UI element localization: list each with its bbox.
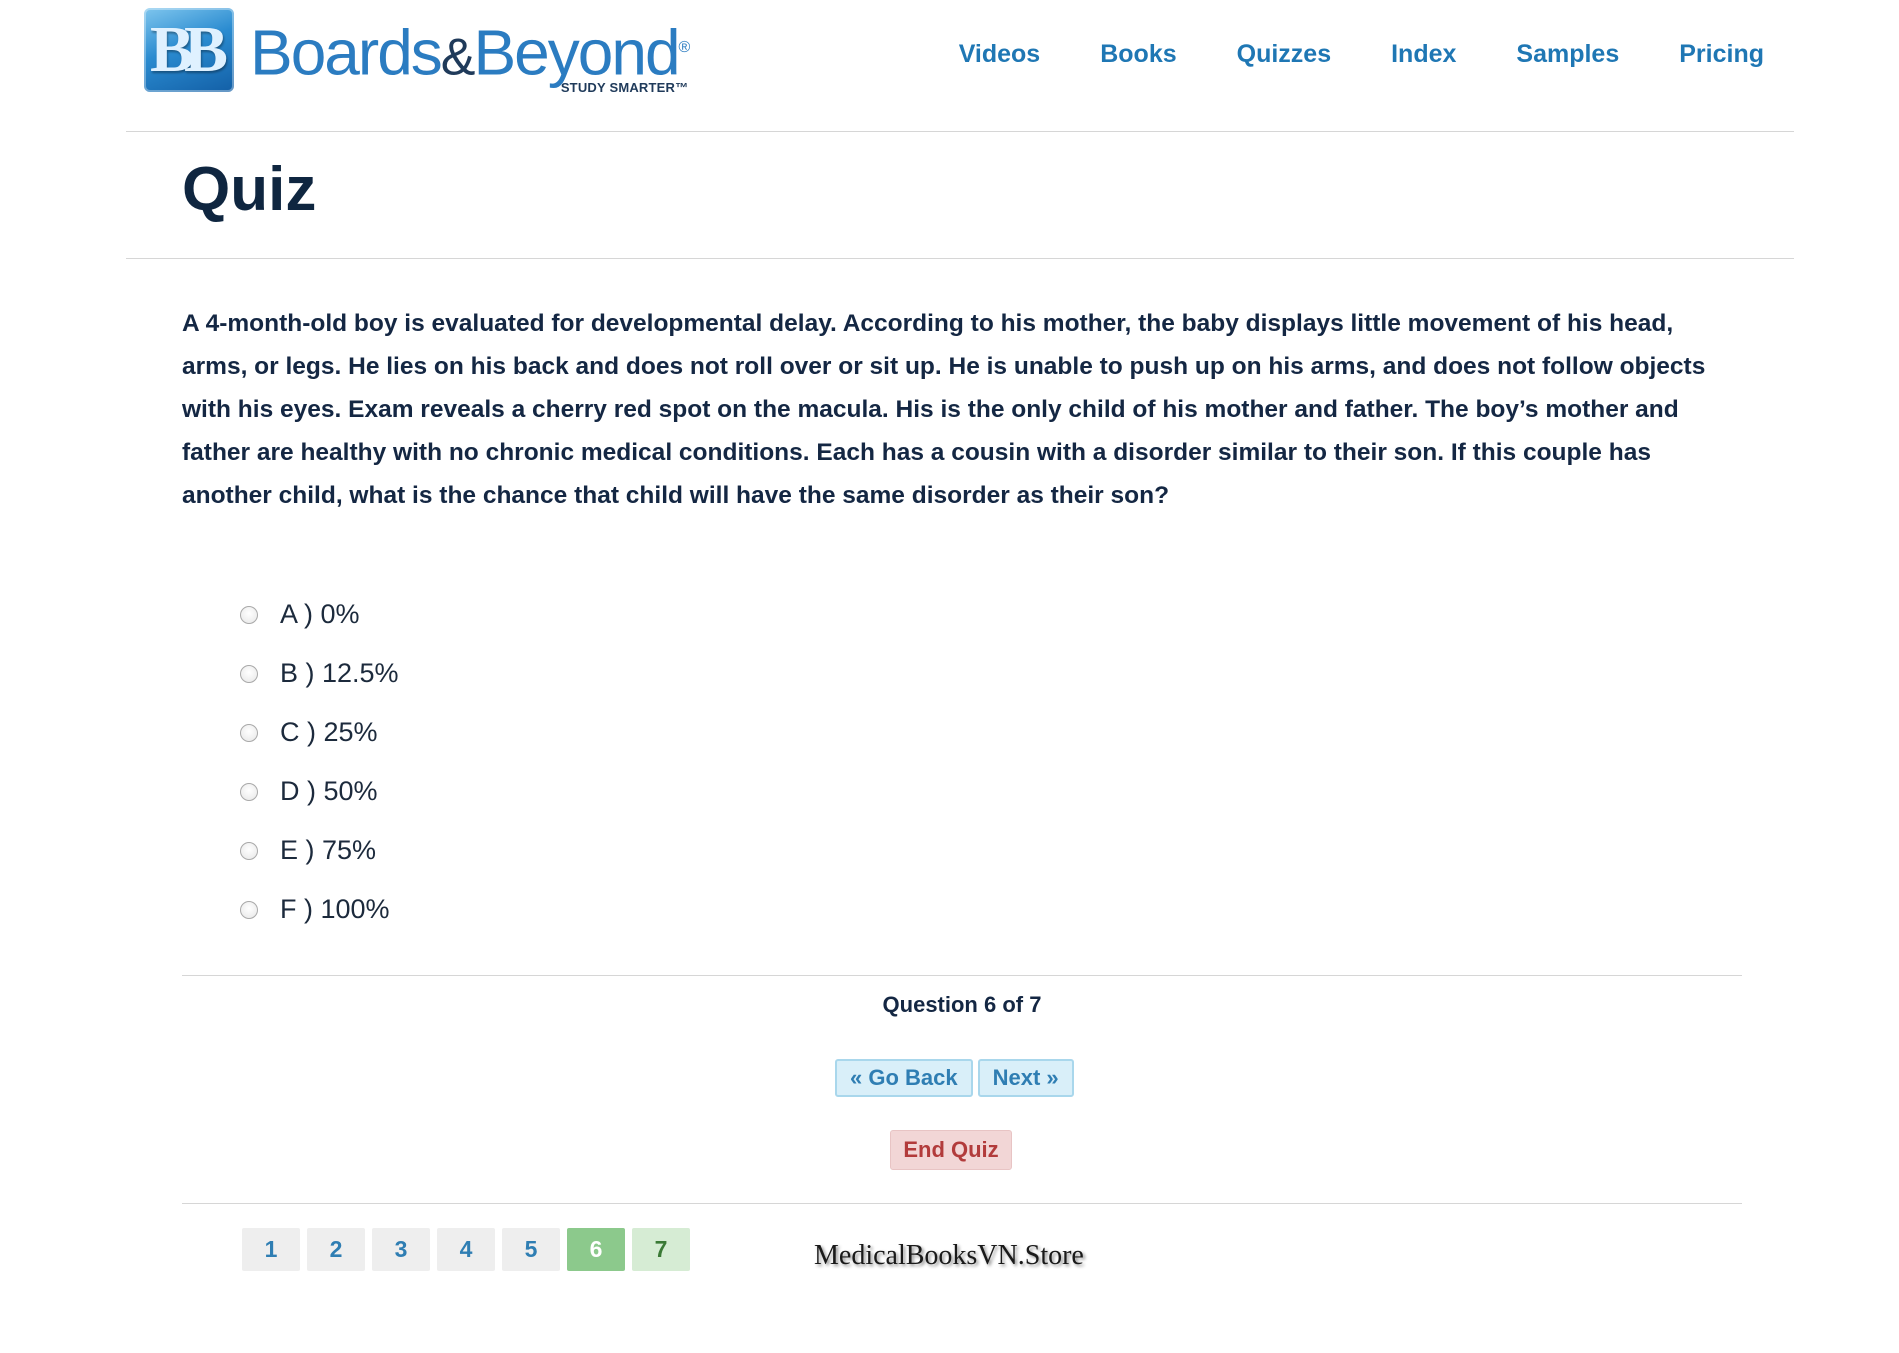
page-button-2[interactable]: 2	[307, 1228, 365, 1271]
page-button-6-current[interactable]: 6	[567, 1228, 625, 1271]
nav-link-pricing[interactable]: Pricing	[1679, 40, 1764, 69]
logo-mark-letters: BB	[149, 13, 228, 86]
page-button-4[interactable]: 4	[437, 1228, 495, 1271]
logo-wordmark: Boards&Beyond® STUDY SMARTER™	[250, 8, 691, 98]
registered-mark: ®	[678, 39, 691, 56]
choice-b[interactable]: B ) 12.5%	[240, 644, 399, 703]
question-text: A 4-month-old boy is evaluated for devel…	[182, 310, 1706, 509]
nav-link-index[interactable]: Index	[1391, 40, 1456, 69]
main-nav: Videos Books Quizzes Index Samples Prici…	[899, 40, 1764, 69]
go-back-button[interactable]: « Go Back	[835, 1059, 973, 1097]
choice-d[interactable]: D ) 50%	[240, 762, 399, 821]
radio-button[interactable]	[240, 723, 258, 742]
title-band: Quiz	[126, 132, 1794, 259]
page-button-5[interactable]: 5	[502, 1228, 560, 1271]
site-header: BB Boards&Beyond® STUDY SMARTER™ Videos …	[126, 0, 1794, 132]
logo-brand-amp: &	[440, 28, 476, 87]
choice-label[interactable]: E ) 75%	[280, 835, 376, 866]
radio-button[interactable]	[240, 782, 258, 801]
radio-button[interactable]	[240, 664, 258, 683]
page-button-7[interactable]: 7	[632, 1228, 690, 1271]
quiz-page: BB Boards&Beyond® STUDY SMARTER™ Videos …	[0, 0, 1899, 1353]
question-nav-buttons: « Go Back Next »	[835, 1059, 1074, 1097]
nav-link-videos[interactable]: Videos	[959, 40, 1041, 69]
page-button-3[interactable]: 3	[372, 1228, 430, 1271]
choice-label[interactable]: C ) 25%	[280, 717, 378, 748]
answer-choices: A ) 0% B ) 12.5% C ) 25% D ) 50% E ) 75%…	[240, 585, 399, 939]
radio-button[interactable]	[240, 900, 258, 919]
end-quiz-button[interactable]: End Quiz	[890, 1130, 1012, 1170]
radio-button[interactable]	[240, 605, 258, 624]
divider	[182, 975, 1742, 976]
page-title: Quiz	[182, 155, 317, 224]
logo-brand-part2: Beyond	[473, 16, 680, 89]
nav-link-quizzes[interactable]: Quizzes	[1237, 40, 1331, 69]
choice-label[interactable]: B ) 12.5%	[280, 658, 399, 689]
choice-c[interactable]: C ) 25%	[240, 703, 399, 762]
watermark-text: MedicalBooksVN.Store	[814, 1240, 1084, 1271]
radio-button[interactable]	[240, 841, 258, 860]
nav-link-books[interactable]: Books	[1100, 40, 1176, 69]
choice-f[interactable]: F ) 100%	[240, 880, 399, 939]
logo-tagline: STUDY SMARTER™	[560, 80, 689, 95]
logo-mark: BB	[144, 8, 234, 92]
page-button-1[interactable]: 1	[242, 1228, 300, 1271]
choice-label[interactable]: A ) 0%	[280, 599, 360, 630]
choice-a[interactable]: A ) 0%	[240, 585, 399, 644]
next-button[interactable]: Next »	[977, 1059, 1074, 1097]
choice-label[interactable]: F ) 100%	[280, 894, 390, 925]
question-pager: 1 2 3 4 5 6 7	[242, 1228, 690, 1271]
choice-e[interactable]: E ) 75%	[240, 821, 399, 880]
choice-label[interactable]: D ) 50%	[280, 776, 378, 807]
logo-brand-part1: Boards	[250, 16, 443, 89]
divider	[182, 1203, 1742, 1204]
boards-beyond-logo[interactable]: BB Boards&Beyond® STUDY SMARTER™	[144, 8, 691, 98]
nav-link-samples[interactable]: Samples	[1516, 40, 1619, 69]
question-progress: Question 6 of 7	[882, 992, 1042, 1017]
